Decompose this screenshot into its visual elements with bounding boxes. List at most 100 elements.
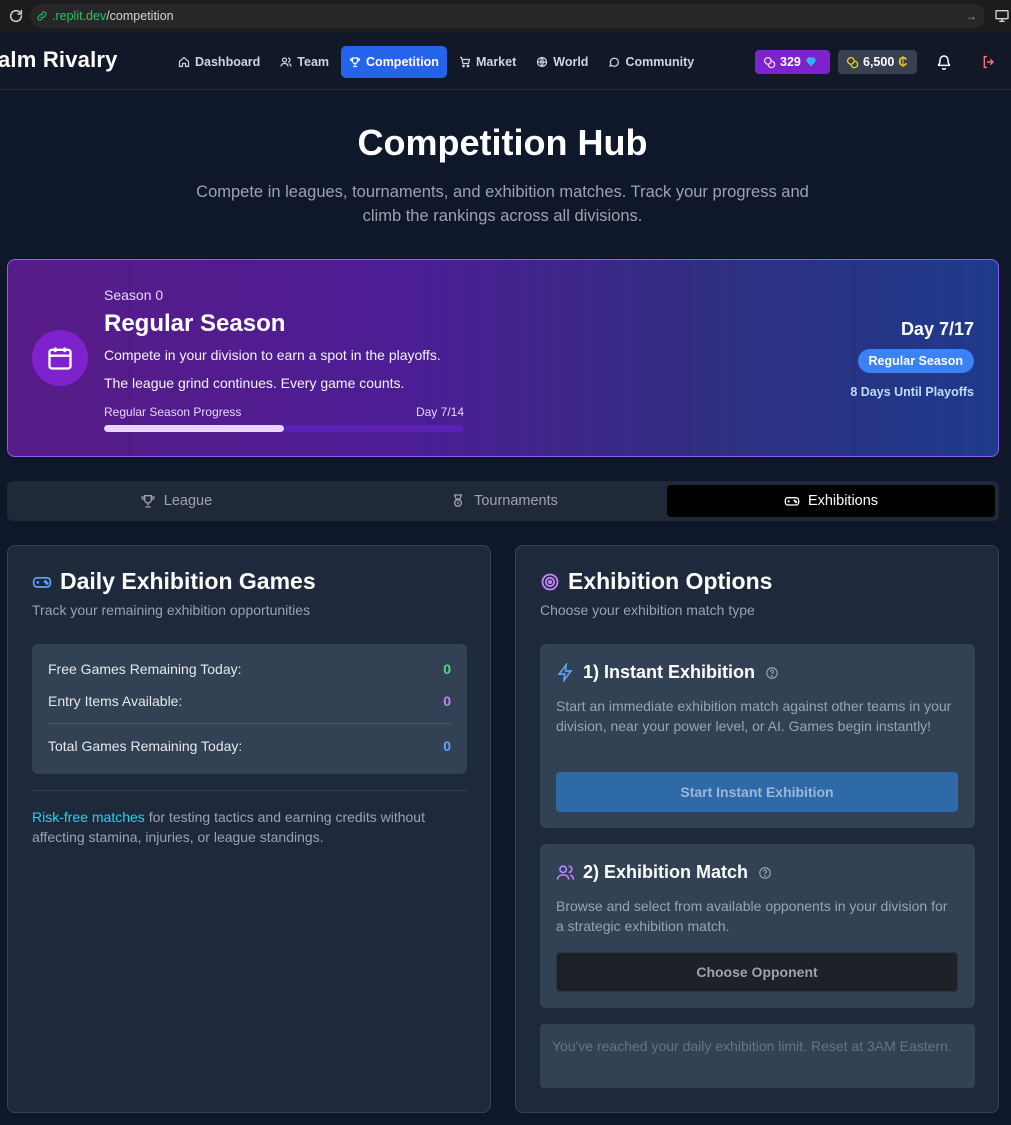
site-info-icon[interactable]	[36, 10, 48, 22]
match-title: 2) Exhibition Match	[583, 862, 749, 882]
browser-toolbar: .replit.dev/competition →	[0, 0, 1011, 32]
stat-value: 0	[443, 661, 451, 677]
users-icon	[556, 865, 575, 880]
medal-icon	[453, 494, 463, 507]
coins-icon	[763, 56, 776, 68]
credit-symbol-icon: ₵	[898, 55, 908, 69]
option-title: 2) Exhibition Match	[556, 862, 772, 883]
forward-icon[interactable]: →	[965, 9, 977, 23]
gamepad-icon	[32, 576, 52, 588]
help-icon[interactable]	[765, 666, 779, 680]
season-phase-title: Regular Season	[104, 310, 286, 337]
chat-icon	[609, 57, 620, 67]
daily-limit-notice: You've reached your daily exhibition lim…	[540, 1024, 975, 1088]
season-status-card: Season 0 Regular Season Compete in your …	[7, 259, 999, 457]
season-progress-bar	[104, 425, 464, 432]
exhibition-options-card: Exhibition Options Choose your exhibitio…	[515, 545, 999, 1113]
users-icon	[280, 57, 292, 67]
nav-team[interactable]: Team	[272, 46, 337, 78]
page-subtitle: Compete in leagues, tournaments, and exh…	[196, 183, 809, 225]
help-icon[interactable]	[758, 866, 772, 880]
season-tagline: The league grind continues. Every game c…	[104, 375, 405, 391]
phase-badge: Regular Season	[857, 349, 974, 373]
season-progress-fill	[104, 425, 284, 432]
season-label: Season 0	[104, 287, 164, 303]
exhibition-stats: Free Games Remaining Today: 0 Entry Item…	[32, 644, 467, 774]
coins-icon	[846, 56, 859, 68]
competition-tabs: League Tournaments Exhibitions	[7, 481, 999, 521]
days-until-playoffs: 8 Days Until Playoffs	[850, 385, 974, 399]
gems-balance[interactable]: 329	[755, 50, 830, 74]
bell-icon[interactable]	[936, 54, 952, 70]
nav-label: Team	[297, 55, 330, 69]
nav-market[interactable]: Market	[451, 46, 524, 78]
globe-icon	[537, 56, 548, 68]
address-bar[interactable]: .replit.dev/competition →	[30, 4, 985, 28]
options-subtitle: Choose your exhibition match type	[540, 602, 755, 618]
instant-description: Start an immediate exhibition match agai…	[556, 698, 952, 734]
card-title: Daily Exhibition Games	[32, 568, 316, 595]
nav-label: Dashboard	[195, 55, 261, 69]
stat-label: Entry Items Available:	[48, 693, 183, 709]
progress-day: Day 7/14	[415, 405, 464, 419]
stat-label: Free Games Remaining Today:	[48, 661, 242, 677]
calendar-badge	[32, 330, 88, 386]
exhibition-match-panel: 2) Exhibition Match Browse and select fr…	[540, 844, 975, 1008]
options-title: Exhibition Options	[568, 568, 773, 594]
tab-label: Tournaments	[474, 493, 558, 509]
option-title: 1) Instant Exhibition	[556, 662, 779, 683]
stat-entry-items: Entry Items Available: 0	[48, 693, 451, 709]
divider	[32, 790, 467, 791]
app-header: alm Rivalry Dashboard Team Competition M…	[0, 32, 1011, 90]
tab-league[interactable]: League	[11, 485, 341, 517]
instant-title: 1) Instant Exhibition	[583, 662, 756, 682]
nav-world[interactable]: World	[528, 46, 596, 78]
nav-label: Community	[625, 55, 695, 69]
trophy-icon	[141, 495, 155, 508]
stats-divider	[48, 723, 451, 724]
stat-value: 0	[443, 693, 451, 709]
tab-exhibitions[interactable]: Exhibitions	[667, 485, 995, 517]
risk-free-note: Risk-free matches for testing tactics an…	[32, 807, 467, 847]
gem-icon	[805, 57, 816, 67]
url-path: /competition	[106, 9, 174, 23]
card-title: Exhibition Options	[540, 568, 772, 595]
logout-icon[interactable]	[981, 54, 997, 70]
tab-label: League	[163, 493, 213, 509]
brand-name[interactable]: alm Rivalry	[0, 47, 118, 73]
daily-subtitle: Track your remaining exhibition opportun…	[32, 602, 311, 618]
page-title: Competition Hub	[357, 122, 648, 163]
monitor-icon[interactable]	[994, 8, 1010, 24]
instant-exhibition-panel: 1) Instant Exhibition Start an immediate…	[540, 644, 975, 828]
tab-label: Exhibitions	[807, 493, 879, 509]
main-nav: Dashboard Team Competition Market World …	[170, 46, 702, 78]
url-host: .replit.dev	[52, 9, 107, 23]
nav-label: Market	[475, 55, 517, 69]
stat-label: Total Games Remaining Today:	[48, 738, 243, 754]
start-instant-exhibition-button[interactable]: Start Instant Exhibition	[556, 772, 958, 812]
nav-competition[interactable]: Competition	[341, 46, 447, 78]
stat-free-games: Free Games Remaining Today: 0	[48, 661, 451, 677]
current-day: Day 7/17	[900, 319, 974, 339]
progress-label: Regular Season Progress	[104, 405, 242, 419]
nav-dashboard[interactable]: Dashboard	[170, 46, 268, 78]
stat-value: 0	[443, 738, 451, 754]
lightning-icon	[557, 663, 573, 682]
nav-label: Competition	[366, 55, 439, 69]
gamepad-icon	[784, 497, 800, 506]
nav-label: World	[553, 55, 589, 69]
risk-free-highlight: Risk-free matches	[32, 809, 145, 825]
nav-community[interactable]: Community	[600, 46, 702, 78]
calendar-icon	[48, 347, 72, 370]
target-icon	[541, 573, 559, 590]
gems-value: 329	[780, 55, 801, 69]
tab-tournaments[interactable]: Tournaments	[341, 485, 667, 517]
credits-balance[interactable]: 6,500 ₵	[838, 50, 917, 74]
daily-exhibition-card: Daily Exhibition Games Track your remain…	[7, 545, 491, 1113]
daily-title: Daily Exhibition Games	[60, 568, 316, 594]
credits-value: 6,500	[863, 55, 895, 69]
season-description: Compete in your division to earn a spot …	[104, 347, 441, 363]
choose-opponent-button[interactable]: Choose Opponent	[556, 952, 958, 992]
reload-icon[interactable]	[8, 8, 24, 24]
trophy-icon	[349, 57, 361, 68]
